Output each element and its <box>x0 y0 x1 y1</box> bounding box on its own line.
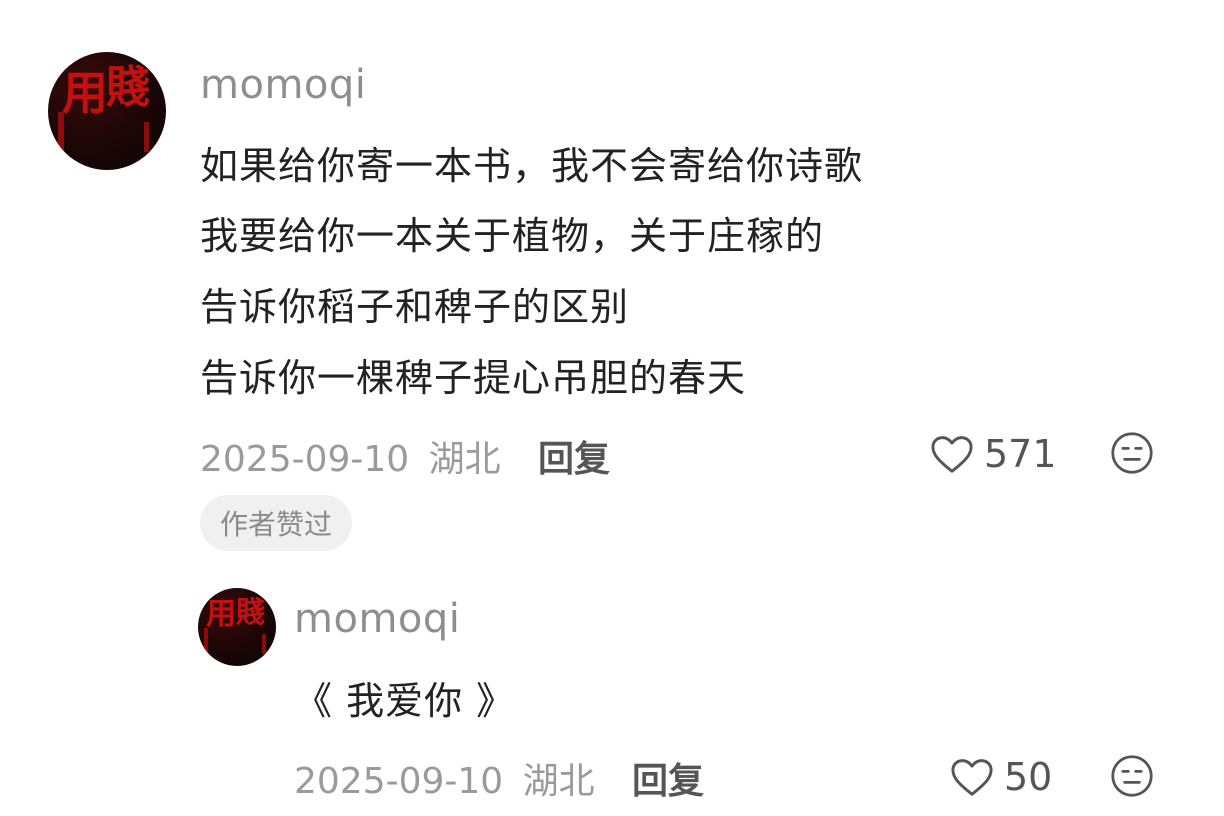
location: 湖北 <box>522 761 595 802</box>
comment-text-line: 告诉你稻子和稗子的区别 <box>200 285 630 329</box>
comment-text-line: 我要给你一本关于植物，关于庄稼的 <box>200 214 825 258</box>
avatar[interactable]: 用 賤 <box>198 588 276 666</box>
comment-meta: 2025-09-10 湖北 <box>200 430 501 482</box>
like-button[interactable]: 50 <box>950 755 1052 799</box>
emoji-reaction-button[interactable] <box>1110 431 1154 479</box>
heart-icon <box>931 436 973 473</box>
like-button[interactable]: 571 <box>930 432 1057 476</box>
like-count: 50 <box>1004 755 1053 799</box>
reply-text: 《 我爱你 》 <box>294 679 516 723</box>
reply-button[interactable]: 回复 <box>632 752 704 804</box>
username[interactable]: momoqi <box>200 62 366 108</box>
comment-text-line: 如果给你寄一本书，我不会寄给你诗歌 <box>200 144 864 188</box>
neutral-face-icon <box>1111 755 1153 797</box>
username[interactable]: momoqi <box>294 596 460 642</box>
reply-meta: 2025-09-10 湖北 <box>294 752 595 804</box>
author-liked-badge: 作者赞过 <box>200 495 353 551</box>
comment-text-line: 告诉你一棵稗子提心吊胆的春天 <box>200 356 747 400</box>
timestamp: 2025-09-10 <box>200 439 410 480</box>
location: 湖北 <box>428 439 501 480</box>
emoji-reaction-button[interactable] <box>1110 754 1154 802</box>
like-count: 571 <box>984 432 1057 476</box>
heart-icon <box>951 759 993 796</box>
reply-button[interactable]: 回复 <box>538 430 610 482</box>
avatar[interactable]: 用 賤 <box>48 52 166 170</box>
neutral-face-icon <box>1111 432 1153 474</box>
timestamp: 2025-09-10 <box>294 761 504 802</box>
